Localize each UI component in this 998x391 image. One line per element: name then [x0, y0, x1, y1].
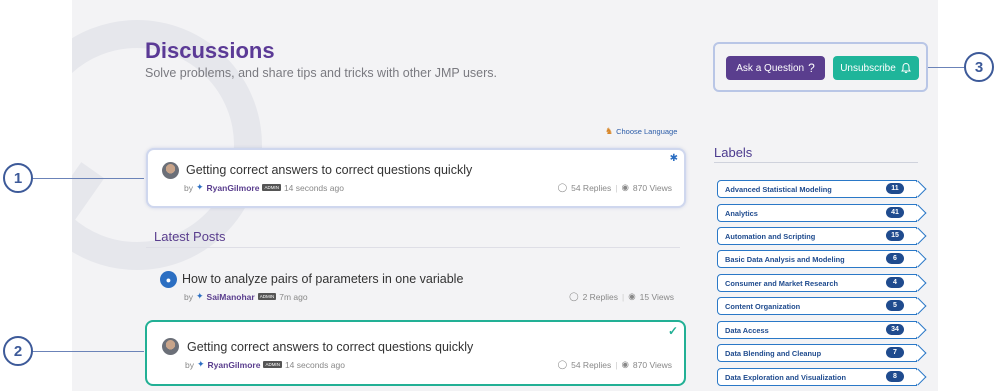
label-item[interactable]: Consumer and Market Research 4 [717, 274, 917, 292]
label-count-badge: 6 [886, 253, 904, 264]
eye-icon: ◉ [621, 182, 629, 192]
comment-icon: ◯ [557, 359, 568, 369]
ask-question-button[interactable]: Ask a Question ? [726, 56, 825, 80]
label-name: Basic Data Analysis and Modeling [725, 254, 845, 264]
by-label: by [184, 182, 193, 193]
question-mark-icon: ? [808, 61, 815, 75]
author-link[interactable]: RyanGilmore [207, 183, 260, 193]
label-name: Consumer and Market Research [725, 278, 838, 288]
post-meta: by ✦ RyanGilmore ADMIN 14 seconds ago [185, 359, 345, 370]
check-icon: ✓ [667, 324, 678, 338]
featured-post-card[interactable]: Getting correct answers to correct quest… [146, 148, 686, 208]
post-time: 7m ago [279, 291, 308, 302]
latest-posts-heading: Latest Posts [154, 229, 226, 244]
callout-leader-line [928, 67, 964, 68]
comment-icon: ◯ [557, 182, 568, 192]
avatar: ● [160, 271, 177, 288]
by-label: by [184, 291, 193, 302]
avatar [162, 162, 179, 179]
by-label: by [185, 359, 194, 370]
eye-icon: ◉ [628, 291, 636, 301]
post-stats: ◯ 2 Replies | ◉ 15 Views [569, 291, 674, 302]
label-count-badge: 8 [886, 371, 904, 382]
label-name: Advanced Statistical Modeling [725, 184, 832, 194]
choose-language-link[interactable]: ♞ Choose Language [605, 126, 677, 137]
label-count-badge: 41 [886, 207, 904, 218]
post-stats: ◯ 54 Replies | ◉ 870 Views [558, 182, 672, 193]
label-item[interactable]: Data Blending and Cleanup 7 [717, 344, 917, 362]
label-item[interactable]: Basic Data Analysis and Modeling 6 [717, 250, 917, 268]
label-item[interactable]: Data Access 34 [717, 321, 917, 339]
callout-leader-line [32, 351, 144, 352]
label-item[interactable]: Analytics 41 [717, 204, 917, 222]
replies-count: 2 Replies [582, 291, 619, 302]
label-name: Data Blending and Cleanup [725, 348, 822, 358]
replies-count: 54 Replies [571, 359, 612, 370]
divider: | [622, 291, 625, 302]
label-name: Data Access [725, 325, 769, 335]
post-meta: by ✦ RyanGilmore ADMIN 14 seconds ago [184, 182, 344, 193]
label-count-badge: 5 [886, 300, 904, 311]
author-link[interactable]: RyanGilmore [208, 360, 261, 370]
post-title-link[interactable]: How to analyze pairs of parameters in on… [182, 272, 463, 286]
label-name: Data Exploration and Visualization [725, 372, 847, 382]
label-count-badge: 11 [886, 183, 904, 194]
page: Discussions Solve problems, and share ti… [0, 0, 998, 391]
selected-post-card[interactable]: Getting correct answers to correct quest… [145, 320, 686, 386]
views-count: 870 Views [632, 359, 672, 370]
callout-marker-2: 2 [3, 336, 33, 366]
callout-marker-1: 1 [3, 163, 33, 193]
divider: | [615, 359, 618, 370]
divider [146, 247, 680, 248]
label-count-badge: 7 [886, 347, 904, 358]
divider [714, 162, 918, 163]
post-title-link[interactable]: Getting correct answers to correct quest… [187, 340, 473, 354]
post-time: 14 seconds ago [284, 359, 345, 370]
jmp-logo-icon: ✦ [196, 359, 205, 369]
views-count: 870 Views [632, 182, 672, 193]
comment-icon: ◯ [569, 291, 579, 301]
label-item[interactable]: Content Organization 5 [717, 297, 917, 315]
jmp-logo-icon: ✦ [195, 291, 204, 301]
post-stats: ◯ 54 Replies | ◉ 870 Views [558, 359, 672, 370]
jmp-logo-icon: ✦ [195, 182, 204, 192]
replies-count: 54 Replies [571, 182, 612, 193]
label-name: Analytics [725, 208, 758, 218]
callout-leader-line [32, 178, 144, 179]
post-time: 14 seconds ago [283, 182, 344, 193]
choose-language-label: Choose Language [616, 127, 678, 136]
unsubscribe-button[interactable]: Unsubscribe [833, 56, 919, 80]
post-title-link[interactable]: Getting correct answers to correct quest… [186, 163, 472, 177]
divider: | [615, 182, 618, 193]
label-item[interactable]: Automation and Scripting 15 [717, 227, 917, 245]
unsubscribe-label: Unsubscribe [840, 62, 896, 74]
language-icon: ♞ [605, 126, 614, 136]
label-name: Content Organization [725, 301, 801, 311]
label-item[interactable]: Data Exploration and Visualization 8 [717, 368, 917, 386]
label-item[interactable]: Advanced Statistical Modeling 11 [717, 180, 917, 198]
bell-icon [900, 62, 911, 74]
views-count: 15 Views [639, 291, 674, 302]
post-meta: by ✦ SaiManohar ADMIN 7m ago [184, 291, 308, 302]
label-count-badge: 34 [886, 324, 904, 335]
pin-icon: ✱ [669, 153, 678, 164]
label-name: Automation and Scripting [725, 231, 816, 241]
author-link[interactable]: SaiManohar [207, 292, 255, 302]
avatar [162, 338, 179, 355]
ask-question-label: Ask a Question [736, 62, 805, 74]
rank-badge: ADMIN [262, 184, 281, 191]
rank-badge: ADMIN [263, 361, 282, 368]
labels-heading: Labels [714, 145, 753, 160]
label-count-badge: 4 [886, 277, 904, 288]
rank-badge: ADMIN [257, 293, 277, 300]
callout-marker-3: 3 [964, 52, 994, 82]
page-title: Discussions [145, 38, 275, 63]
label-count-badge: 15 [886, 230, 904, 241]
page-subtitle: Solve problems, and share tips and trick… [145, 66, 498, 80]
eye-icon: ◉ [621, 359, 629, 369]
